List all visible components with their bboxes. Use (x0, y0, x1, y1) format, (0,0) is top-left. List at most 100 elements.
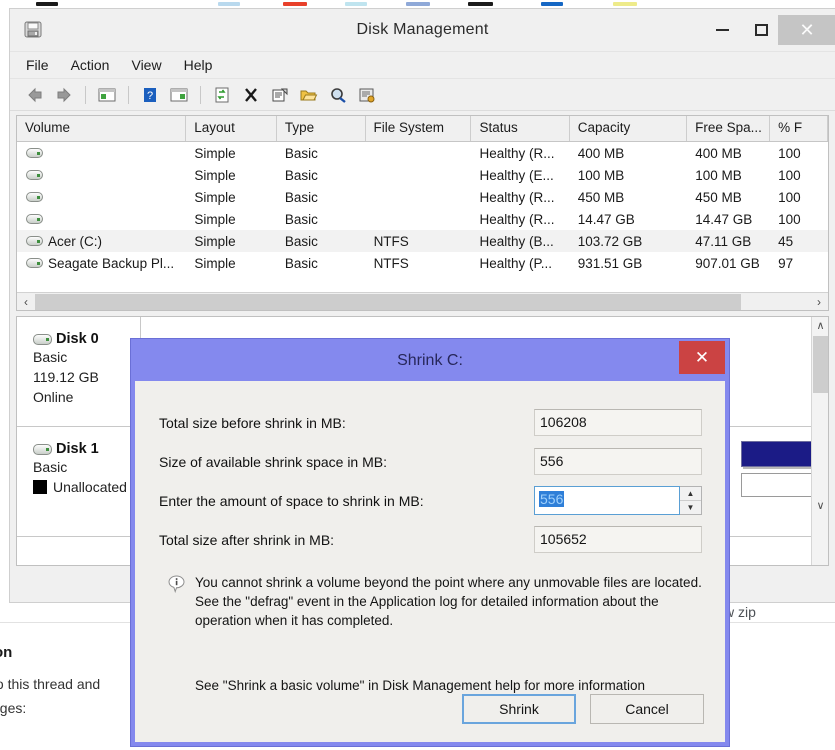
back-icon[interactable] (22, 82, 48, 108)
value-total-size-before-shrink: 106208 (534, 409, 702, 436)
volume-icon (26, 170, 43, 180)
table-row[interactable]: Seagate Backup Pl... Simple Basic NTFS Healt… (17, 252, 828, 274)
browser-tab-favicon-2[interactable] (283, 2, 307, 6)
cell-type: Basic (284, 211, 318, 227)
disk-icon (33, 443, 52, 455)
cell-type: Basic (284, 233, 318, 249)
disk-name-1: Disk 1 (33, 441, 140, 457)
cancel-button[interactable]: Cancel (590, 694, 704, 724)
browser-tab-favicon-3[interactable] (345, 2, 367, 6)
scroll-right-arrow-icon[interactable]: › (810, 295, 828, 309)
volume-icon (26, 236, 43, 246)
disk-size-0: 119.12 GB (33, 369, 99, 385)
cell-type: Basic (284, 167, 318, 183)
show-hide-console-tree-icon[interactable] (94, 82, 120, 108)
disk-label-0: Disk 0 (56, 331, 99, 347)
column-header-layout[interactable]: Layout (186, 116, 277, 141)
column-header-capacity[interactable]: Capacity (570, 116, 688, 141)
menu-item-help[interactable]: Help (184, 57, 213, 73)
background-text-line-2: nges: (0, 700, 27, 716)
table-row[interactable]: Simple Basic Healthy (R... 450 MB 450 MB 100 (17, 186, 828, 208)
dialog-body: Total size before shrink in MB: 106208 S… (135, 381, 725, 742)
partition-bar-primary[interactable] (741, 441, 819, 467)
table-row[interactable]: Simple Basic Healthy (E... 100 MB 100 MB 100 (17, 164, 828, 186)
menu-item-view[interactable]: View (131, 57, 161, 73)
browser-tab-favicon-4[interactable] (406, 2, 430, 6)
column-header-percent-free[interactable]: % F (770, 116, 829, 141)
close-button[interactable]: ✕ (778, 15, 835, 45)
volume-list-horizontal-scrollbar[interactable]: ‹ › (17, 292, 828, 310)
find-icon[interactable] (325, 82, 351, 108)
toolbar: ? (10, 79, 835, 111)
cell-status: Healthy (R... (479, 189, 555, 205)
cell-status: Healthy (R... (479, 211, 555, 227)
disk-name-0: Disk 0 (33, 331, 140, 347)
cell-volume (17, 214, 186, 224)
cell-capacity: 103.72 GB (577, 233, 643, 249)
hscroll-thumb[interactable] (35, 293, 741, 310)
rescan-disks-icon[interactable] (209, 82, 235, 108)
menu-item-file[interactable]: File (26, 57, 49, 73)
stepper-up-icon[interactable]: ▲ (680, 487, 701, 501)
cell-volume (17, 148, 186, 158)
browser-tab-favicon-0[interactable] (36, 2, 58, 6)
table-row[interactable]: Simple Basic Healthy (R... 400 MB 400 MB 100 (17, 142, 828, 164)
toolbar-separator (128, 85, 129, 104)
shrink-button[interactable]: Shrink (462, 694, 576, 724)
cell-free-space: 14.47 GB (695, 211, 753, 227)
forward-icon[interactable] (51, 82, 77, 108)
vscroll-thumb[interactable] (813, 336, 828, 393)
close-icon: ✕ (799, 20, 815, 40)
unallocated-legend: Unallocated (33, 479, 140, 495)
cell-capacity: 400 MB (577, 145, 625, 161)
stepper-down-icon[interactable]: ▼ (680, 501, 701, 514)
column-header-type[interactable]: Type (277, 116, 366, 141)
cell-percent-free: 100 (778, 145, 801, 161)
cell-capacity: 100 MB (577, 167, 625, 183)
menu-item-action[interactable]: Action (71, 57, 110, 73)
scroll-left-arrow-icon[interactable]: ‹ (17, 295, 35, 309)
cell-status: Healthy (E... (479, 167, 554, 183)
scroll-up-arrow-icon[interactable]: ∧ (812, 317, 828, 334)
svg-text:?: ? (147, 90, 153, 102)
export-list-icon[interactable] (354, 82, 380, 108)
shrink-amount-value: 556 (539, 491, 565, 507)
dialog-titlebar: Shrink C: ✕ (135, 341, 725, 381)
disk-info-1: Disk 1 Basic Unallocated (17, 427, 141, 536)
disk-pane-vertical-scrollbar[interactable]: ∧ ∨ (811, 317, 828, 565)
browser-tab-favicon-5[interactable] (468, 2, 493, 6)
cell-free-space: 400 MB (695, 145, 742, 161)
cell-layout: Simple (194, 189, 236, 205)
volume-icon (26, 258, 43, 268)
label-amount-to-shrink: Enter the amount of space to shrink in M… (159, 492, 424, 509)
stepper-buttons[interactable]: ▲ ▼ (680, 486, 702, 515)
column-header-status[interactable]: Status (471, 116, 570, 141)
help-icon[interactable]: ? (137, 82, 163, 108)
table-row[interactable]: Acer (C:) Simple Basic NTFS Healthy (B... 103… (17, 230, 828, 252)
label-total-size-after-shrink: Total size after shrink in MB: (159, 531, 335, 548)
scroll-down-arrow-icon[interactable]: ∨ (812, 497, 828, 514)
delete-icon[interactable] (238, 82, 264, 108)
shrink-amount-stepper[interactable]: 556 ▲ ▼ (534, 486, 702, 515)
table-row[interactable]: Simple Basic Healthy (R... 14.47 GB 14.47 GB… (17, 208, 828, 230)
properties-icon[interactable] (267, 82, 293, 108)
column-header-volume[interactable]: Volume (17, 116, 187, 141)
dialog-title: Shrink C: (397, 352, 463, 369)
browser-tab-favicon-6[interactable] (541, 2, 563, 6)
cell-status: Healthy (R... (479, 145, 555, 161)
show-hide-action-pane-icon[interactable] (166, 82, 192, 108)
hscroll-track[interactable] (35, 293, 810, 310)
browser-tab-favicon-1[interactable] (218, 2, 240, 6)
dialog-close-button[interactable]: ✕ (679, 341, 725, 374)
column-header-free-space[interactable]: Free Spa... (687, 116, 771, 141)
partition-bar-secondary[interactable] (741, 473, 813, 497)
cell-file-system: NTFS (373, 233, 409, 249)
browser-tab-favicon-7[interactable] (613, 2, 637, 6)
volume-list: Volume Layout Type File System Status Ca… (16, 115, 829, 311)
cell-volume: Seagate Backup Pl... (17, 256, 186, 271)
shrink-amount-input[interactable]: 556 (534, 486, 680, 515)
open-icon[interactable] (296, 82, 322, 108)
dialog-note-text: You cannot shrink a volume beyond the po… (195, 575, 702, 628)
cell-percent-free: 97 (778, 255, 794, 271)
column-header-file-system[interactable]: File System (366, 116, 472, 141)
